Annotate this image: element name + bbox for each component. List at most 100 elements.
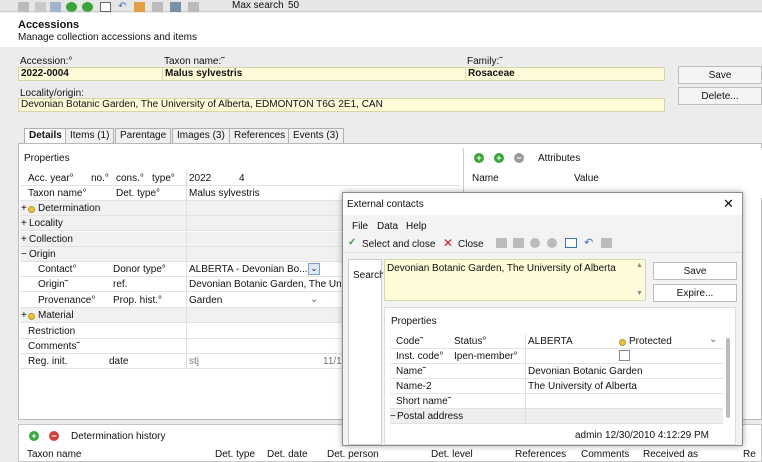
accession-field[interactable]: 2022-0004 (18, 67, 164, 81)
save-button[interactable]: Save (678, 66, 762, 84)
scroll-up-icon[interactable]: ▲ (636, 262, 643, 269)
det-col-level[interactable]: Det. level (431, 449, 473, 460)
collapse-icon[interactable]: − (390, 411, 396, 422)
close-button[interactable]: Close (458, 239, 484, 250)
dialog-row-short-name: Short name˜ (390, 394, 723, 409)
name-label: Name˜ (396, 366, 427, 377)
status-dropdown-icon[interactable]: ⌄ (709, 334, 717, 345)
delete-button[interactable]: Delete... (678, 87, 762, 105)
dialog-row-name2: Name-2 The University of Alberta (390, 379, 723, 394)
forward-icon[interactable] (82, 2, 93, 12)
contact-text-area[interactable]: Devonian Botanic Garden, The University … (384, 259, 646, 301)
tab-parentage[interactable]: Parentage (115, 128, 172, 143)
forward-icon[interactable] (547, 238, 557, 248)
expand-icon[interactable]: + (21, 218, 27, 229)
accession-label: Accession:° (20, 56, 73, 67)
back-icon[interactable] (530, 238, 540, 248)
expand-icon[interactable]: + (21, 203, 27, 214)
import-icon[interactable] (188, 2, 199, 12)
binoculars-icon[interactable] (496, 238, 507, 248)
main-toolbar: ↶ Max search 50 (0, 0, 762, 12)
donor-value[interactable]: ALBERTA - Devonian Bo... (189, 264, 307, 275)
add-determination-icon[interactable]: + (29, 431, 39, 441)
grid-icon[interactable] (513, 238, 524, 248)
date-value[interactable]: 11/1 (323, 356, 342, 367)
select-close-button[interactable]: Select and close (362, 239, 435, 250)
expand-icon[interactable]: + (21, 310, 27, 321)
prop-dropdown-icon[interactable]: ⌄ (310, 294, 318, 305)
grid-icon[interactable] (50, 2, 61, 12)
prop-value[interactable]: Garden (189, 295, 222, 306)
attributes-col-value: Value (574, 173, 599, 184)
binoculars-icon[interactable] (35, 2, 46, 12)
code-value[interactable]: ALBERTA (528, 336, 573, 347)
donor-dropdown-icon[interactable]: ⌄ (308, 263, 320, 275)
export-icon[interactable] (170, 2, 181, 12)
scroll-down-icon[interactable]: ▼ (636, 290, 643, 297)
family-field[interactable]: Rosaceae (465, 67, 665, 81)
remove-attribute-icon[interactable]: − (514, 153, 524, 163)
print-icon[interactable] (18, 2, 29, 12)
donor-type-label: Donor type° (113, 264, 166, 275)
det-col-received[interactable]: Received as (643, 449, 698, 460)
taxon-field[interactable]: Malus sylvestris (162, 67, 466, 81)
tab-items[interactable]: Items (1) (65, 128, 115, 143)
copy-icon[interactable] (152, 2, 163, 12)
report-icon[interactable] (134, 2, 145, 12)
page-subtitle: Manage collection accessions and items (18, 32, 197, 43)
external-contacts-dialog: External contacts ✕ File Data Help ✓ Sel… (342, 192, 743, 446)
name2-value[interactable]: The University of Alberta (528, 381, 637, 392)
det-col-type[interactable]: Det. type (215, 449, 255, 460)
det-col-person[interactable]: Det. person (327, 449, 379, 460)
menu-data[interactable]: Data (377, 221, 398, 232)
dialog-properties: Properties Code˜ Status° ALBERTA Protect… (384, 307, 736, 445)
year-value[interactable]: 2022 (189, 173, 211, 184)
contact-label: Contact° (38, 264, 77, 275)
search-label[interactable]: Search (353, 270, 383, 281)
checkmark-icon[interactable]: ✓ (348, 237, 356, 248)
window-icon[interactable] (100, 2, 111, 12)
dialog-row-postal[interactable]: − Postal address (390, 409, 723, 424)
taxon-name-value[interactable]: Malus sylvestris (189, 188, 260, 199)
copy-icon[interactable] (601, 238, 612, 248)
expand-icon[interactable]: + (21, 234, 27, 245)
dialog-save-button[interactable]: Save (653, 262, 737, 280)
tab-details[interactable]: Details (24, 128, 67, 143)
grid-column-divider (186, 171, 187, 369)
menu-help[interactable]: Help (406, 221, 427, 232)
add-attribute-icon[interactable]: + (474, 153, 484, 163)
menu-file[interactable]: File (352, 221, 368, 232)
det-col-date[interactable]: Det. date (267, 449, 308, 460)
close-x-icon[interactable]: ✕ (443, 236, 453, 250)
tab-events[interactable]: Events (3) (288, 128, 344, 143)
name-value[interactable]: Devonian Botanic Garden (528, 366, 643, 377)
origin-label: Origin˜ (38, 279, 69, 290)
origin-value[interactable]: Devonian Botanic Garden, The Univ... (189, 279, 341, 290)
add-attribute-alt-icon[interactable]: + (494, 153, 504, 163)
det-col-taxon[interactable]: Taxon name (27, 449, 81, 460)
dialog-footer-status: admin 12/30/2010 4:12:29 PM (575, 430, 709, 441)
locality-field[interactable]: Devonian Botanic Garden, The University … (18, 98, 665, 112)
det-col-comments[interactable]: Comments (581, 449, 629, 460)
family-label: Family:˜ (467, 56, 503, 67)
max-search-input[interactable]: 50 (288, 0, 308, 11)
status-value[interactable]: Protected (629, 336, 672, 347)
no-value[interactable]: 4 (239, 173, 245, 184)
expire-button[interactable]: Expire... (653, 284, 737, 302)
undo-icon[interactable]: ↶ (118, 2, 129, 12)
tab-images[interactable]: Images (3) (172, 128, 230, 143)
close-icon[interactable]: ✕ (723, 196, 734, 212)
det-col-references[interactable]: References (515, 449, 566, 460)
back-icon[interactable] (66, 2, 77, 12)
window-icon[interactable] (565, 238, 577, 248)
dialog-scrollbar[interactable] (726, 338, 730, 418)
tab-references[interactable]: References (229, 128, 291, 143)
remove-determination-icon[interactable]: − (49, 431, 59, 441)
collapse-icon[interactable]: − (21, 249, 27, 260)
ipen-checkbox[interactable] (619, 350, 630, 361)
det-col-re[interactable]: Re (743, 449, 756, 460)
undo-icon[interactable]: ↶ (584, 236, 593, 249)
status-dot-icon (619, 337, 626, 348)
reg-init-value[interactable]: stj (189, 356, 199, 367)
determination-label: Determination (38, 203, 101, 214)
